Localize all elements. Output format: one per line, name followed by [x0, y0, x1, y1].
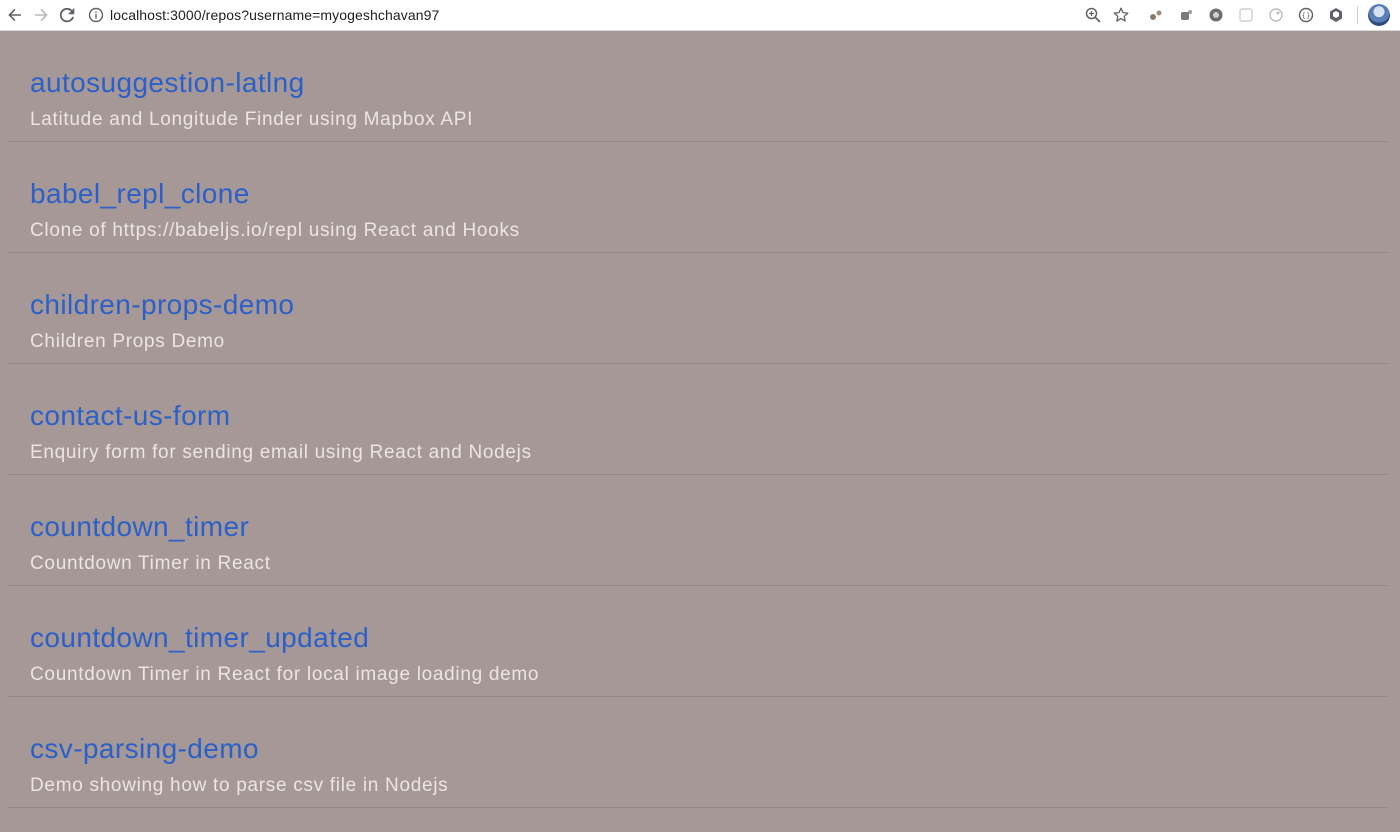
repo-item: babel_repl_clone Clone of https://babelj… [8, 142, 1388, 253]
repo-item: contact-us-form Enquiry form for sending… [8, 364, 1388, 475]
zoom-icon[interactable] [1085, 7, 1101, 23]
reload-icon[interactable] [56, 4, 78, 26]
extension-6-icon[interactable]: {} [1297, 6, 1315, 24]
extension-1-icon[interactable] [1147, 6, 1165, 24]
repo-item: children-props-demo Children Props Demo [8, 253, 1388, 364]
repo-link[interactable]: autosuggestion-latlng [30, 68, 1388, 98]
repo-item: csv-parsing-demo Demo showing how to par… [8, 697, 1388, 808]
repo-link[interactable]: countdown_timer [30, 512, 1388, 542]
repo-description: Latitude and Longitude Finder using Mapb… [30, 109, 474, 130]
toolbar-separator [1357, 6, 1358, 24]
repo-link[interactable]: children-props-demo [30, 290, 1388, 320]
back-arrow-icon[interactable] [4, 4, 26, 26]
url-text[interactable]: localhost:3000/repos?username=myogeshcha… [110, 7, 439, 23]
extension-7-icon[interactable] [1327, 6, 1345, 24]
repo-description: Countdown Timer in React for local image… [30, 664, 540, 685]
repo-link[interactable]: babel_repl_clone [30, 179, 1388, 209]
extension-2-icon[interactable] [1177, 6, 1195, 24]
browser-toolbar: localhost:3000/repos?username=myogeshcha… [0, 0, 1400, 31]
address-bar[interactable]: localhost:3000/repos?username=myogeshcha… [88, 1, 1079, 29]
repo-description: Countdown Timer in React [30, 553, 271, 574]
repo-description: Demo showing how to parse csv file in No… [30, 775, 449, 796]
star-icon[interactable] [1113, 7, 1129, 23]
extension-3-icon[interactable] [1207, 6, 1225, 24]
repo-description: Clone of https://babeljs.io/repl using R… [30, 220, 520, 241]
info-icon[interactable] [88, 7, 104, 23]
repo-link[interactable]: contact-us-form [30, 401, 1388, 431]
repo-link[interactable]: countdown_timer_updated [30, 623, 1388, 653]
svg-text:{}: {} [1302, 12, 1311, 20]
repo-list: autosuggestion-latlng Latitude and Longi… [0, 31, 1400, 808]
repo-description: Enquiry form for sending email using Rea… [30, 442, 532, 463]
profile-avatar[interactable] [1368, 4, 1390, 26]
repo-link[interactable]: csv-parsing-demo [30, 734, 1388, 764]
repo-item: autosuggestion-latlng Latitude and Longi… [8, 31, 1388, 142]
forward-arrow-icon[interactable] [30, 4, 52, 26]
repo-description: Children Props Demo [30, 331, 225, 352]
repo-item: countdown_timer Countdown Timer in React [8, 475, 1388, 586]
repo-item: countdown_timer_updated Countdown Timer … [8, 586, 1388, 697]
extension-4-icon[interactable] [1237, 6, 1255, 24]
extension-5-icon[interactable] [1267, 6, 1285, 24]
